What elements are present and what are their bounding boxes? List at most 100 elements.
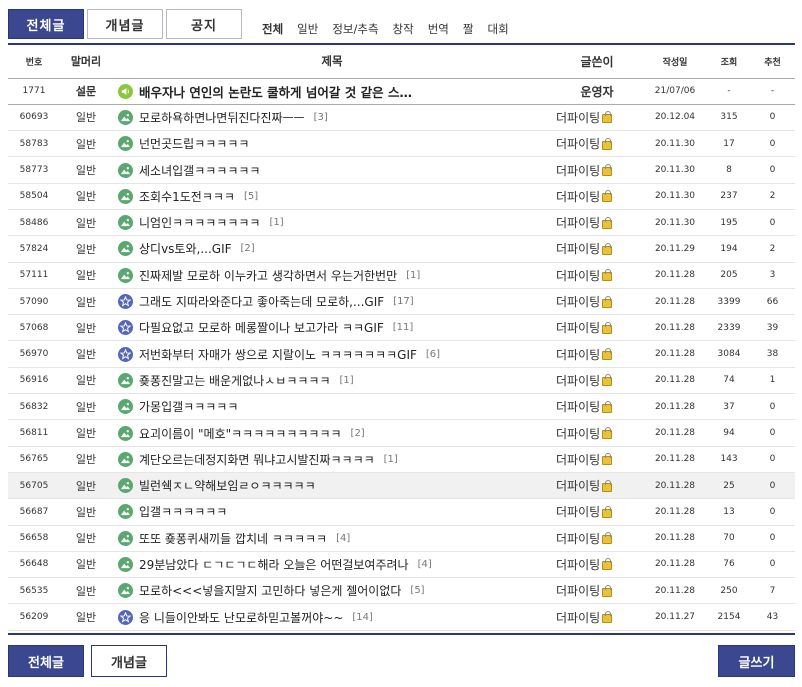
writer-name[interactable]: 더파이팅 — [556, 477, 600, 494]
subcategory-image[interactable]: 짤 — [463, 21, 474, 37]
writer-name[interactable]: 더파이팅 — [556, 398, 600, 415]
tab-all-posts[interactable]: 전체글 — [8, 9, 84, 39]
writer-name[interactable]: 더파이팅 — [556, 109, 600, 126]
post-title-cell[interactable]: 빌런쉑ㅈㄴ약해보임ㄹㅇㅋㅋㅋㅋㅋ — [112, 472, 552, 500]
comment-count[interactable]: [3] — [314, 112, 328, 123]
writer-name[interactable]: 운영자 — [580, 83, 613, 100]
post-title-cell[interactable]: 다필요없고 모로하 메롱짤이나 보고가라 ㅋㅋGIF [11] — [112, 314, 552, 342]
post-row[interactable]: 58486 일반 니엄인ㅋㅋㅋㅋㅋㅋㅋㅋ [1] 더파이팅 20.11.30 195 0 — [8, 209, 795, 237]
post-row[interactable]: 58783 일반 넌먼곳드립ㅋㅋㅋㅋㅋ 더파이팅 20.11.30 17 0 — [8, 130, 795, 158]
notice-row[interactable]: 1771 설문 배우자나 연인의 논란도 쿨하게 넘어갈 것 같은 스… 운영자 21/… — [8, 78, 795, 105]
post-writer[interactable]: 더파이팅 — [552, 393, 642, 421]
post-writer[interactable]: 더파이팅 — [552, 525, 642, 552]
post-title[interactable]: 그래도 지따라와준다고 좋아죽는데 모로하,...GIF — [139, 293, 384, 310]
writer-name[interactable]: 더파이팅 — [556, 293, 600, 310]
post-row[interactable]: 57068 일반 다필요없고 모로하 메롱짤이나 보고가라 ㅋㅋGIF [11] 더파이… — [8, 314, 795, 342]
post-title-cell[interactable]: 상디vs토와,...GIF [2] — [112, 235, 552, 263]
post-row[interactable]: 60693 일반 모로하욕하면나면뒤진다진짜ㅡㅡ [3] 더파이팅 20.12.04 315… — [8, 104, 795, 132]
post-title-cell[interactable]: 그래도 지따라와준다고 좋아죽는데 모로하,...GIF [17] — [112, 288, 552, 316]
post-writer[interactable]: 더파이팅 — [552, 498, 642, 526]
post-title-cell[interactable]: 가몽입갤ㅋㅋㅋㅋㅋ — [112, 393, 552, 421]
writer-name[interactable]: 더파이팅 — [556, 372, 600, 389]
post-title[interactable]: 또또 죶퐁퀴새끼들 깝치네 ㅋㅋㅋㅋㅋ — [139, 530, 327, 547]
writer-name[interactable]: 더파이팅 — [556, 451, 600, 468]
post-title-cell[interactable]: 죶퐁진말고는 배운게없나ㅅㅂㅋㅋㅋㅋ [1] — [112, 367, 552, 395]
tab-concept-posts[interactable]: 개념글 — [87, 9, 163, 39]
writer-name[interactable]: 더파이팅 — [556, 162, 600, 179]
bottom-tab-all-posts[interactable]: 전체글 — [8, 645, 84, 677]
post-title[interactable]: 죶퐁진말고는 배운게없나ㅅㅂㅋㅋㅋㅋ — [139, 372, 331, 389]
post-row[interactable]: 56811 일반 요괴이름이 "메호"ㅋㅋㅋㅋㅋㅋㅋㅋㅋㅋ [2] 더파이팅 20.11.… — [8, 419, 795, 447]
post-title[interactable]: 모로하<<<넣을지말지 고민하다 넣은게 젤어이없다 — [139, 582, 401, 599]
post-row[interactable]: 58504 일반 조회수1도전ㅋㅋㅋ [5] 더파이팅 20.11.30 237 2 — [8, 183, 795, 210]
post-row[interactable]: 56916 일반 죶퐁진말고는 배운게없나ㅅㅂㅋㅋㅋㅋ [1] 더파이팅 20.11.28… — [8, 367, 795, 395]
post-title-cell[interactable]: 조회수1도전ㅋㅋㅋ [5] — [112, 183, 552, 210]
post-title-cell[interactable]: 배우자나 연인의 논란도 쿨하게 넘어갈 것 같은 스… — [112, 78, 552, 105]
post-writer[interactable]: 더파이팅 — [552, 183, 642, 210]
post-title[interactable]: 요괴이름이 "메호"ㅋㅋㅋㅋㅋㅋㅋㅋㅋㅋ — [139, 425, 342, 442]
post-writer[interactable]: 더파이팅 — [552, 340, 642, 368]
post-row[interactable]: 56535 일반 모로하<<<넣을지말지 고민하다 넣은게 젤어이없다 [5] 더파이팅… — [8, 577, 795, 605]
tab-notice[interactable]: 공지 — [166, 9, 242, 39]
comment-count[interactable]: [6] — [426, 349, 440, 360]
post-title[interactable]: 상디vs토와,...GIF — [139, 240, 232, 257]
post-row[interactable]: 56765 일반 계단오르는데정지화면 뭐냐고시발진짜ㅋㅋㅋㅋ [1] 더파이팅 20.1… — [8, 446, 795, 473]
comment-count[interactable]: [5] — [410, 585, 424, 596]
comment-count[interactable]: [4] — [418, 559, 432, 570]
writer-name[interactable]: 더파이팅 — [556, 214, 600, 231]
writer-name[interactable]: 더파이팅 — [556, 319, 600, 336]
post-row[interactable]: 56648 일반 29분남았다 ㄷㄱㄷㄱㄷ해라 오늘은 어떤걸보여주려나 [4] 더파이… — [8, 551, 795, 579]
post-row[interactable]: 56687 일반 입갤ㅋㅋㅋㅋㅋㅋ 더파이팅 20.11.28 13 0 — [8, 498, 795, 526]
post-writer[interactable]: 더파이팅 — [552, 235, 642, 263]
post-row[interactable]: 57090 일반 그래도 지따라와준다고 좋아죽는데 모로하,...GIF [17] 더… — [8, 288, 795, 316]
post-title[interactable]: 다필요없고 모로하 메롱짤이나 보고가라 ㅋㅋGIF — [139, 319, 384, 336]
subcategory-creation[interactable]: 창작 — [393, 21, 414, 37]
post-title[interactable]: 조회수1도전ㅋㅋㅋ — [139, 188, 235, 205]
comment-count[interactable]: [11] — [393, 322, 414, 333]
comment-count[interactable]: [1] — [384, 454, 398, 465]
subcategory-info[interactable]: 정보/추측 — [332, 21, 378, 37]
comment-count[interactable]: [1] — [269, 217, 283, 228]
post-row[interactable]: 57824 일반 상디vs토와,...GIF [2] 더파이팅 20.11.29 194 2 — [8, 235, 795, 263]
post-writer[interactable]: 더파이팅 — [552, 419, 642, 447]
comment-count[interactable]: [5] — [244, 191, 258, 202]
comment-count[interactable]: [2] — [241, 243, 255, 254]
post-writer[interactable]: 더파이팅 — [552, 472, 642, 500]
post-writer[interactable]: 운영자 — [552, 78, 642, 105]
post-title-cell[interactable]: 모로하욕하면나면뒤진다진짜ㅡㅡ [3] — [112, 104, 552, 132]
post-writer[interactable]: 더파이팅 — [552, 288, 642, 316]
post-writer[interactable]: 더파이팅 — [552, 577, 642, 605]
comment-count[interactable]: [2] — [351, 428, 365, 439]
subcategory-translation[interactable]: 번역 — [428, 21, 449, 37]
post-title[interactable]: 모로하욕하면나면뒤진다진짜ㅡㅡ — [139, 109, 305, 126]
post-title[interactable]: 계단오르는데정지화면 뭐냐고시발진짜ㅋㅋㅋㅋ — [139, 451, 375, 468]
writer-name[interactable]: 더파이팅 — [556, 135, 600, 152]
subcategory-contest[interactable]: 대회 — [487, 21, 508, 37]
post-writer[interactable]: 더파이팅 — [552, 262, 642, 289]
comment-count[interactable]: [4] — [336, 533, 350, 544]
post-title[interactable]: 빌런쉑ㅈㄴ약해보임ㄹㅇㅋㅋㅋㅋㅋ — [139, 477, 316, 494]
bottom-tab-concept-posts[interactable]: 개념글 — [91, 645, 167, 677]
post-title-cell[interactable]: 진짜제발 모로하 이누카고 생각하면서 우는거한번만 [1] — [112, 262, 552, 289]
post-title[interactable]: 29분남았다 ㄷㄱㄷㄱㄷ해라 오늘은 어떤걸보여주려나 — [139, 556, 409, 573]
post-row[interactable]: 58773 일반 세소녀입갤ㅋㅋㅋㅋㅋㅋ 더파이팅 20.11.30 8 0 — [8, 156, 795, 184]
subcategory-general[interactable]: 일반 — [297, 21, 318, 37]
writer-name[interactable]: 더파이팅 — [556, 582, 600, 599]
post-title[interactable]: 세소녀입갤ㅋㅋㅋㅋㅋㅋ — [139, 162, 260, 179]
post-title-cell[interactable]: 넌먼곳드립ㅋㅋㅋㅋㅋ — [112, 130, 552, 158]
post-title[interactable]: 배우자나 연인의 논란도 쿨하게 넘어갈 것 같은 스… — [139, 82, 412, 101]
post-writer[interactable]: 더파이팅 — [552, 156, 642, 184]
post-writer[interactable]: 더파이팅 — [552, 551, 642, 579]
post-writer[interactable]: 더파이팅 — [552, 130, 642, 158]
comment-count[interactable]: [1] — [340, 375, 354, 386]
comment-count[interactable]: [17] — [393, 296, 414, 307]
comment-count[interactable]: [1] — [406, 270, 420, 281]
post-title-cell[interactable]: 세소녀입갤ㅋㅋㅋㅋㅋㅋ — [112, 156, 552, 184]
post-title-cell[interactable]: 또또 죶퐁퀴새끼들 깝치네 ㅋㅋㅋㅋㅋ [4] — [112, 525, 552, 552]
post-title-cell[interactable]: 입갤ㅋㅋㅋㅋㅋㅋ — [112, 498, 552, 526]
post-title-cell[interactable]: 29분남았다 ㄷㄱㄷㄱㄷ해라 오늘은 어떤걸보여주려나 [4] — [112, 551, 552, 579]
post-writer[interactable]: 더파이팅 — [552, 314, 642, 342]
writer-name[interactable]: 더파이팅 — [556, 346, 600, 363]
post-writer[interactable]: 더파이팅 — [552, 367, 642, 395]
writer-name[interactable]: 더파이팅 — [556, 556, 600, 573]
